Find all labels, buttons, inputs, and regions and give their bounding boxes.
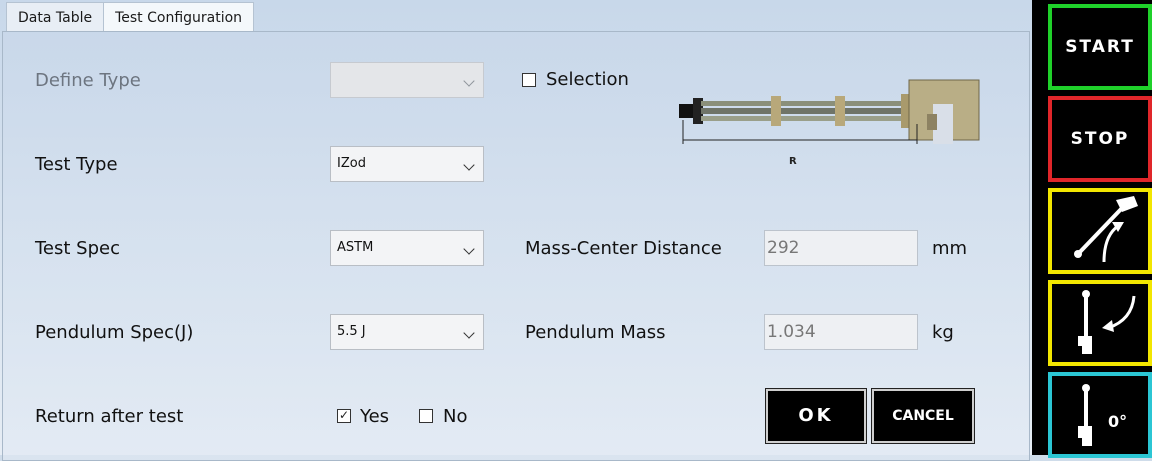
return-after-test-label: Return after test — [35, 406, 184, 427]
control-sidebar: START STOP 0° — [1032, 0, 1152, 458]
return-yes-label: Yes — [360, 406, 390, 427]
pendulum-release-button[interactable] — [1048, 188, 1152, 274]
tab-test-configuration[interactable]: Test Configuration — [103, 2, 255, 32]
pendulum-spec-select[interactable]: 5.5 J — [330, 314, 484, 350]
start-label: START — [1065, 37, 1135, 57]
tab-bar: Data Table Test Configuration — [6, 2, 255, 32]
pendulum-mass-input[interactable]: 1.034 — [764, 314, 918, 350]
pendulum-diagram: R — [679, 79, 980, 167]
selection-label: Selection — [546, 69, 629, 90]
test-spec-label: Test Spec — [35, 238, 120, 259]
pendulum-zero-button[interactable]: 0° — [1048, 372, 1152, 458]
mass-center-distance-input[interactable]: 292 — [764, 230, 918, 266]
mass-center-distance-label: Mass-Center Distance — [525, 238, 722, 259]
test-configuration-panel: Define Type Selection R Test Type IZod T… — [2, 31, 1030, 461]
cancel-button[interactable]: CANCEL — [871, 388, 975, 444]
chevron-down-icon — [463, 243, 475, 255]
start-button[interactable]: START — [1048, 4, 1152, 90]
mass-center-unit: mm — [932, 238, 968, 259]
pendulum-return-button[interactable] — [1048, 280, 1152, 366]
chevron-down-icon — [463, 75, 475, 87]
test-spec-value: ASTM — [337, 240, 374, 255]
test-type-label: Test Type — [35, 154, 118, 175]
pendulum-mass-label: Pendulum Mass — [525, 322, 666, 343]
zero-degree-label: 0° — [1108, 412, 1128, 431]
stop-button[interactable]: STOP — [1048, 96, 1152, 182]
return-no-label: No — [443, 406, 468, 427]
pendulum-return-icon — [1078, 290, 1136, 354]
return-yes-checkbox[interactable]: ✓ — [337, 409, 351, 423]
test-spec-select[interactable]: ASTM — [330, 230, 484, 266]
pendulum-zero-icon — [1078, 384, 1092, 446]
chevron-down-icon — [463, 327, 475, 339]
tab-data-table[interactable]: Data Table — [6, 2, 105, 32]
pendulum-release-icon — [1074, 196, 1138, 263]
pendulum-mass-unit: kg — [932, 322, 954, 343]
selection-checkbox[interactable] — [522, 73, 536, 87]
pendulum-spec-value: 5.5 J — [337, 324, 366, 339]
define-type-select[interactable] — [330, 62, 484, 98]
test-type-select[interactable]: IZod — [330, 146, 484, 182]
chevron-down-icon — [463, 159, 475, 171]
main-area: Data Table Test Configuration Define Typ… — [0, 0, 1032, 461]
define-type-label: Define Type — [35, 70, 141, 91]
test-type-value: IZod — [337, 156, 366, 171]
return-no-checkbox[interactable] — [419, 409, 433, 423]
pendulum-spec-label: Pendulum Spec(J) — [35, 322, 194, 343]
ok-button[interactable]: OK — [765, 388, 867, 444]
diagram-r-label: R — [789, 156, 797, 167]
stop-label: STOP — [1070, 129, 1130, 149]
